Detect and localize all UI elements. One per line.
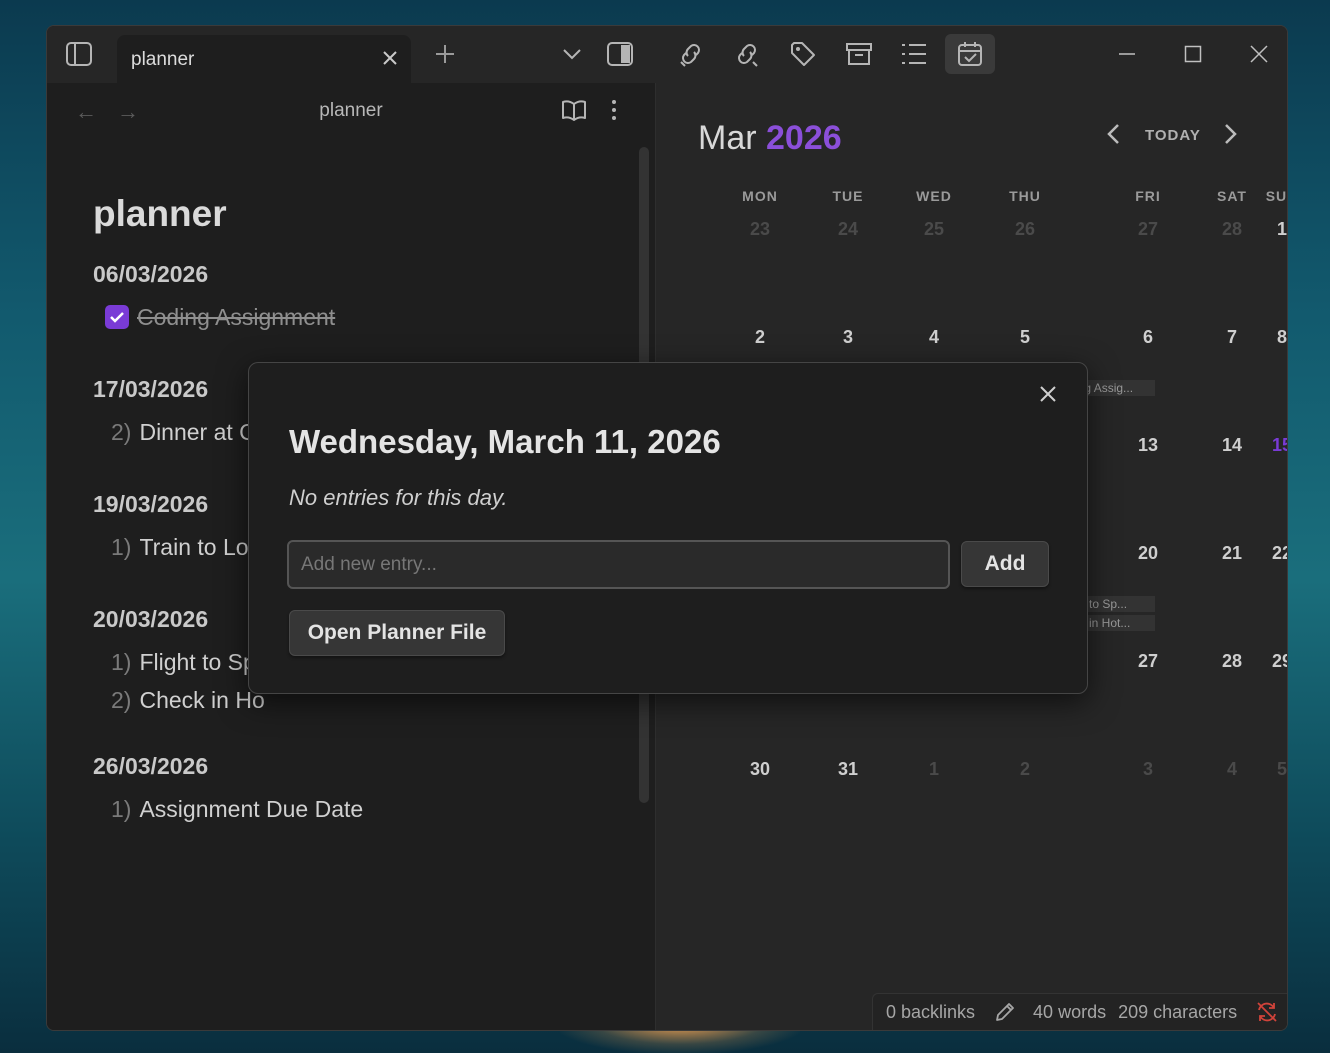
calendar-day[interactable]: 28 [1222, 651, 1242, 672]
calendar-day[interactable]: 24 [838, 219, 858, 240]
sync-error-icon[interactable] [1255, 1000, 1279, 1024]
task-text: Coding Assignment [137, 303, 336, 330]
list-number: 2) [111, 686, 132, 713]
calendar-day[interactable]: 31 [838, 759, 858, 780]
weekday-header: SAT [1217, 188, 1247, 204]
task-item: Coding Assignment [93, 298, 363, 336]
calendar-day[interactable]: 14 [1222, 435, 1242, 456]
list-number: 1) [111, 533, 132, 560]
tags-icon[interactable] [783, 34, 823, 74]
calendar-day[interactable]: 5 [1020, 327, 1030, 348]
list-text: Flight to Sp [139, 648, 256, 675]
title-bar: planner [47, 26, 1287, 83]
new-entry-input[interactable] [287, 540, 950, 589]
sidebar-toggle-icon[interactable] [59, 34, 99, 74]
calendar-day[interactable]: 3 [843, 327, 853, 348]
tab-close-icon[interactable] [375, 43, 405, 73]
add-entry-button[interactable]: Add [961, 541, 1049, 587]
calendar-day[interactable]: 4 [1227, 759, 1237, 780]
list-text: Train to Lo [139, 533, 249, 560]
checked-checkbox-icon[interactable] [105, 305, 129, 329]
calendar-month-header: Mar 2026 [698, 119, 842, 158]
section-0: 06/03/2026 Coding Assignment [93, 261, 363, 336]
date-heading: 26/03/2026 [93, 753, 209, 779]
calendar-month: Mar [698, 119, 757, 157]
calendar-day[interactable]: 25 [924, 219, 944, 240]
calendar-year: 2026 [766, 119, 842, 157]
view-header: ← → planner [47, 83, 655, 139]
today-button[interactable]: TODAY [1145, 127, 1201, 144]
weekday-header: SUN [1265, 188, 1288, 204]
list-text: Assignment Due Date [139, 795, 364, 822]
calendar-day[interactable]: 5 [1277, 759, 1287, 780]
calendar-day[interactable]: 4 [929, 327, 939, 348]
dialog-title: Wednesday, March 11, 2026 [289, 423, 721, 460]
weekday-header: FRI [1135, 188, 1161, 204]
calendar-day[interactable]: 8 [1277, 327, 1287, 348]
dialog-close-icon[interactable] [1033, 379, 1063, 409]
calendar-day[interactable]: 20 [1138, 543, 1158, 564]
calendar-event[interactable]: to Sp... [1085, 596, 1155, 612]
outline-icon[interactable] [894, 34, 934, 74]
date-heading: 06/03/2026 [93, 261, 209, 287]
day-entry-dialog: Wednesday, March 11, 2026 No entries for… [248, 362, 1088, 694]
calendar-day[interactable]: 13 [1138, 435, 1158, 456]
weekday-header: MON [742, 188, 778, 204]
calendar-day[interactable]: 26 [1015, 219, 1035, 240]
pencil-icon[interactable] [993, 1000, 1017, 1024]
list-text: Check in Ho [139, 686, 265, 713]
maximize-icon[interactable] [1173, 34, 1213, 74]
more-options-icon[interactable] [610, 99, 618, 126]
weekday-header: TUE [832, 188, 864, 204]
list-item: 1) Assignment Due Date [93, 790, 363, 828]
minimize-icon[interactable] [1107, 34, 1147, 74]
calendar-day[interactable]: 3 [1143, 759, 1153, 780]
dialog-empty-message: No entries for this day. [289, 485, 508, 510]
calendar-day[interactable]: 1 [929, 759, 939, 780]
window-close-icon[interactable] [1239, 34, 1279, 74]
calendar-day[interactable]: 30 [750, 759, 770, 780]
calendar-day[interactable]: 23 [750, 219, 770, 240]
calendar-day[interactable]: 2 [1020, 759, 1030, 780]
outgoing-links-icon[interactable] [671, 34, 711, 74]
list-number: 2) [111, 418, 132, 445]
word-count: 40 words [1033, 1001, 1107, 1022]
calendar-event[interactable]: in Hot... [1085, 615, 1155, 631]
prev-month-icon[interactable] [1106, 123, 1120, 151]
note-title: planner [93, 193, 227, 234]
weekday-header: WED [916, 188, 952, 204]
tab-list-chevron-icon[interactable] [552, 34, 592, 74]
next-month-icon[interactable] [1224, 123, 1238, 151]
reading-view-icon[interactable] [561, 99, 587, 126]
section-4: 26/03/2026 1) Assignment Due Date [93, 753, 363, 828]
right-sidebar-icon[interactable] [600, 34, 640, 74]
calendar-icon[interactable] [945, 34, 995, 74]
new-tab-icon[interactable] [425, 34, 465, 74]
backlinks-icon[interactable] [727, 34, 767, 74]
archive-icon[interactable] [839, 34, 879, 74]
calendar-day[interactable]: 22 [1272, 543, 1287, 564]
calendar-day[interactable]: 6 [1143, 327, 1153, 348]
calendar-day[interactable]: 27 [1138, 651, 1158, 672]
calendar-day[interactable]: 2 [755, 327, 765, 348]
open-planner-file-button[interactable]: Open Planner File [289, 610, 505, 656]
backlinks-count[interactable]: 0 backlinks [886, 1002, 975, 1023]
tab-title: planner [131, 49, 195, 70]
weekday-header: THU [1009, 188, 1041, 204]
calendar-day[interactable]: 15 [1272, 435, 1287, 456]
tab-planner[interactable]: planner [117, 35, 411, 83]
status-bar: 0 backlinks 40 words 209 characters [872, 993, 1287, 1030]
calendar-day[interactable]: 27 [1138, 219, 1158, 240]
calendar-day[interactable]: 1 [1277, 219, 1287, 240]
list-number: 1) [111, 648, 132, 675]
calendar-day[interactable]: 7 [1227, 327, 1237, 348]
list-text: Dinner at C [139, 418, 256, 445]
character-count: 209 characters [1118, 1001, 1238, 1022]
calendar-day[interactable]: 28 [1222, 219, 1242, 240]
calendar-day[interactable]: 21 [1222, 543, 1242, 564]
calendar-day[interactable]: 29 [1272, 651, 1287, 672]
list-number: 1) [111, 795, 132, 822]
